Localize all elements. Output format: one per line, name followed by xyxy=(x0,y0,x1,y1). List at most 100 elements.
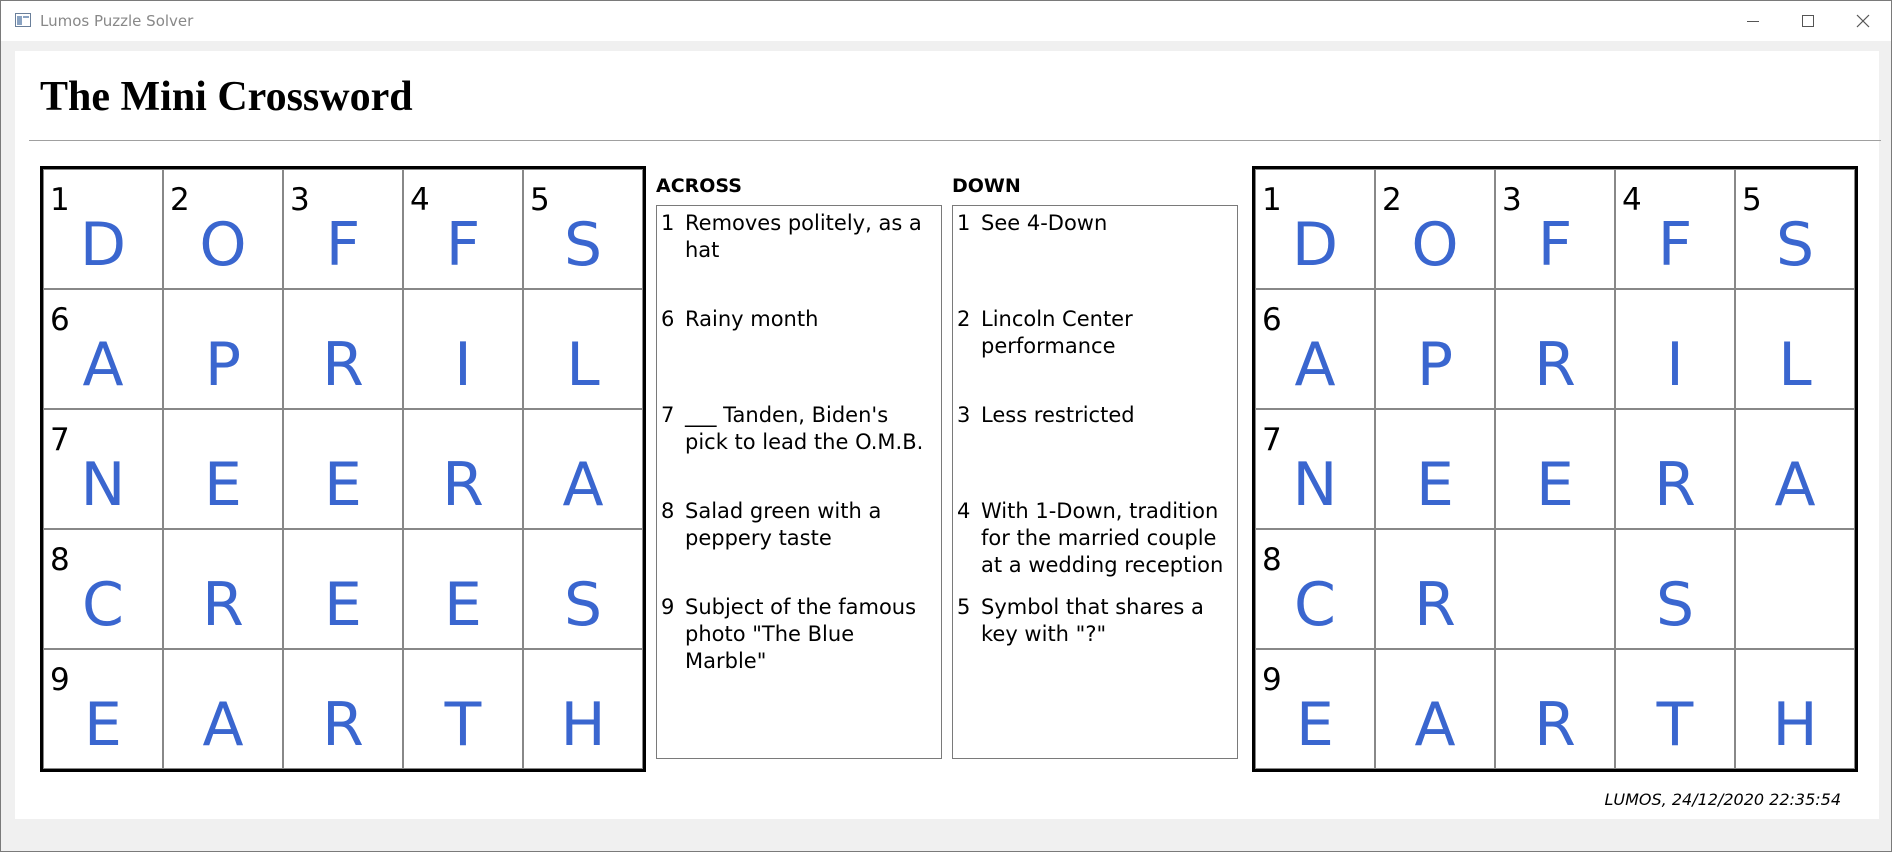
grid-cell[interactable]: 3F xyxy=(1495,169,1615,289)
close-icon xyxy=(1856,14,1869,28)
grid-cell[interactable]: 5S xyxy=(1735,169,1855,289)
grid-cell[interactable]: 3F xyxy=(283,169,403,289)
grid-cell[interactable]: 2O xyxy=(163,169,283,289)
clue-item[interactable]: 5 Symbol that shares a key with "?" xyxy=(957,594,1233,648)
grid-cell[interactable]: 7N xyxy=(1255,409,1375,529)
grid-cell[interactable]: E xyxy=(1375,409,1495,529)
grid-cell[interactable]: A xyxy=(1375,649,1495,769)
divider xyxy=(29,140,1881,141)
grid-cell[interactable]: S xyxy=(1615,529,1735,649)
clue-text: With 1-Down, tradition for the married c… xyxy=(981,499,1224,577)
clue-number: 4 xyxy=(957,499,971,523)
cell-letter: E xyxy=(1296,690,1334,760)
cell-letter: F xyxy=(1657,210,1693,280)
grid-cell[interactable]: L xyxy=(523,289,643,409)
clue-item[interactable]: 9 Subject of the famous photo "The Blue M… xyxy=(661,594,937,675)
cell-letter: F xyxy=(325,210,361,280)
grid-cell[interactable]: R xyxy=(1375,529,1495,649)
cell-letter: T xyxy=(1656,690,1694,760)
minimize-button[interactable] xyxy=(1725,1,1780,41)
grid-cell[interactable]: L xyxy=(1735,289,1855,409)
grid-cell[interactable]: 2O xyxy=(1375,169,1495,289)
grid-cell[interactable]: 6A xyxy=(1255,289,1375,409)
grid-cell[interactable]: 7N xyxy=(43,409,163,529)
clue-text: Salad green with a peppery taste xyxy=(685,499,882,550)
clue-number: 1 xyxy=(661,211,675,235)
cell-letter: R xyxy=(1534,330,1576,400)
grid-cell[interactable]: E xyxy=(403,529,523,649)
clue-text: ___ Tanden, Biden's pick to lead the O.M… xyxy=(685,403,924,454)
cell-letter: C xyxy=(1294,570,1336,640)
grid-cell[interactable]: R xyxy=(163,529,283,649)
clue-item[interactable]: 6 Rainy month xyxy=(661,306,937,333)
grid-cell[interactable]: R xyxy=(1615,409,1735,529)
clue-item[interactable]: 3 Less restricted xyxy=(957,402,1233,429)
clue-item[interactable]: 7 ___ Tanden, Biden's pick to lead the O.… xyxy=(661,402,937,456)
grid-cell[interactable]: E xyxy=(283,529,403,649)
cell-letter: S xyxy=(563,210,603,280)
grid-cell[interactable]: T xyxy=(403,649,523,769)
cell-letter: P xyxy=(204,330,242,400)
cell-letter: A xyxy=(1774,450,1816,520)
grid-cell[interactable]: 6A xyxy=(43,289,163,409)
grid-cell[interactable]: P xyxy=(163,289,283,409)
cell-letter: F xyxy=(445,210,481,280)
clue-number: 3 xyxy=(957,403,971,427)
grid-cell[interactable]: 9E xyxy=(43,649,163,769)
cell-letter: A xyxy=(1294,330,1336,400)
grid-cell[interactable]: 1D xyxy=(43,169,163,289)
grid-cell[interactable]: A xyxy=(1735,409,1855,529)
clue-item[interactable]: 1 See 4-Down xyxy=(957,210,1233,237)
grid-cell[interactable]: T xyxy=(1615,649,1735,769)
grid-cell[interactable]: E xyxy=(1495,409,1615,529)
grid-cell[interactable]: R xyxy=(403,409,523,529)
clue-text: Symbol that shares a key with "?" xyxy=(981,595,1204,646)
clue-item[interactable]: 2 Lincoln Center performance xyxy=(957,306,1233,360)
cell-letter: E xyxy=(444,570,482,640)
cell-letter: S xyxy=(1655,570,1695,640)
clue-number: 8 xyxy=(661,499,675,523)
cell-letter: R xyxy=(442,450,484,520)
main-panel: The Mini Crossword 1D2O3F4F5S6APRIL7NEER… xyxy=(15,51,1881,819)
grid-cell[interactable]: A xyxy=(523,409,643,529)
grid-cell[interactable]: R xyxy=(1495,649,1615,769)
grid-cell[interactable]: 8C xyxy=(1255,529,1375,649)
grid-cell[interactable]: P xyxy=(1375,289,1495,409)
clue-item[interactable]: 4 With 1-Down, tradition for the married … xyxy=(957,498,1233,579)
clue-text: Subject of the famous photo "The Blue Ma… xyxy=(685,595,917,673)
grid-cell[interactable]: 4F xyxy=(1615,169,1735,289)
clue-number: 6 xyxy=(661,307,675,331)
cell-letter: R xyxy=(322,330,364,400)
clue-item[interactable]: 1 Removes politely, as a hat xyxy=(661,210,937,264)
cell-letter: S xyxy=(563,570,603,640)
grid-cell[interactable]: 5S xyxy=(523,169,643,289)
grid-cell[interactable]: 9E xyxy=(1255,649,1375,769)
grid-cell[interactable]: R xyxy=(283,649,403,769)
grid-cell[interactable]: A xyxy=(163,649,283,769)
grid-cell[interactable]: I xyxy=(1615,289,1735,409)
grid-cell[interactable]: E xyxy=(283,409,403,529)
grid-cell[interactable]: H xyxy=(523,649,643,769)
grid-cell[interactable]: 8C xyxy=(43,529,163,649)
grid-cell[interactable]: E xyxy=(163,409,283,529)
grid-cell[interactable]: R xyxy=(283,289,403,409)
grid-cell[interactable]: H xyxy=(1735,649,1855,769)
clue-item[interactable]: 8 Salad green with a peppery taste xyxy=(661,498,937,552)
grid-cell[interactable] xyxy=(1495,529,1615,649)
clue-number: 2 xyxy=(957,307,971,331)
cell-letter: L xyxy=(566,330,600,400)
grid-cell[interactable]: S xyxy=(523,529,643,649)
cell-letter: E xyxy=(324,570,362,640)
grid-cell[interactable]: 1D xyxy=(1255,169,1375,289)
close-button[interactable] xyxy=(1835,1,1890,41)
grid-cell[interactable]: 4F xyxy=(403,169,523,289)
maximize-button[interactable] xyxy=(1780,1,1835,41)
cell-letter: E xyxy=(204,450,242,520)
grid-cell[interactable] xyxy=(1735,529,1855,649)
down-heading: DOWN xyxy=(952,175,1021,197)
cell-letter: O xyxy=(199,210,247,280)
cell-letter: R xyxy=(202,570,244,640)
cell-letter: N xyxy=(80,450,126,520)
grid-cell[interactable]: R xyxy=(1495,289,1615,409)
grid-cell[interactable]: I xyxy=(403,289,523,409)
